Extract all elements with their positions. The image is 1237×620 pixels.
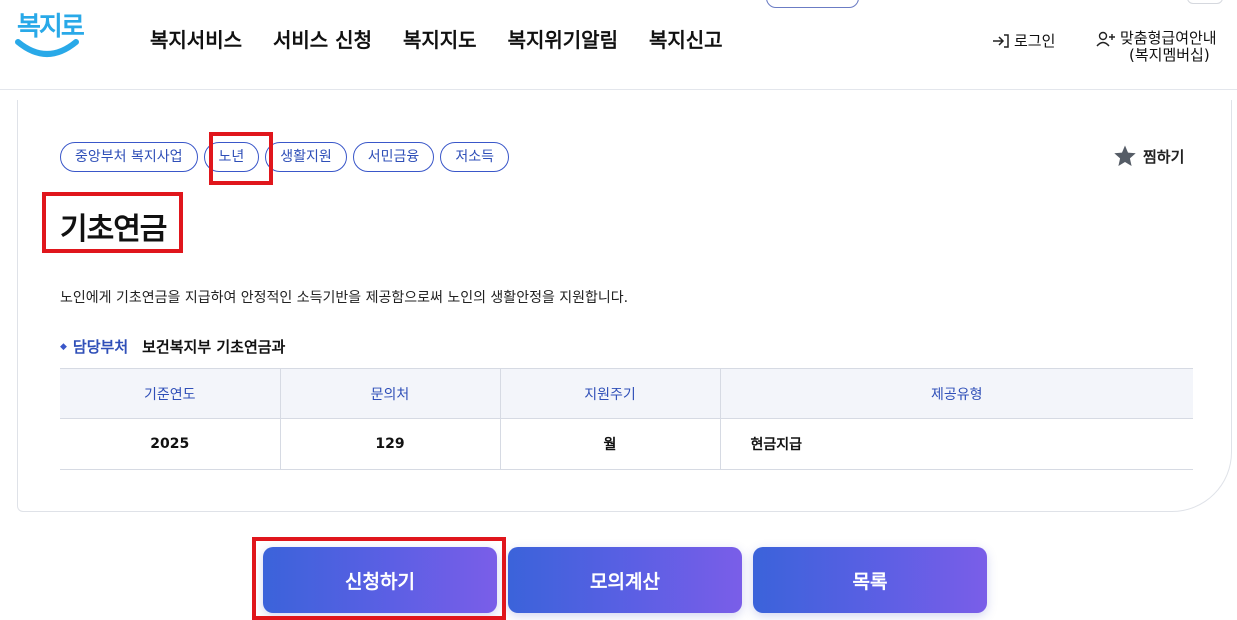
login-icon xyxy=(993,33,1009,48)
tag-low-income[interactable]: 저소득 xyxy=(440,142,509,172)
top-pill-decoration xyxy=(766,0,859,8)
site-header: 복지로 복지서비스 서비스 신청 복지지도 복지위기알림 복지신고 로그인 맞춤… xyxy=(0,0,1237,90)
diamond-bullet-icon: ◆ xyxy=(60,341,67,352)
star-icon xyxy=(1114,145,1136,166)
tag-central-ministry[interactable]: 중앙부처 복지사업 xyxy=(60,142,198,172)
favorite-label: 찜하기 xyxy=(1143,147,1185,166)
apply-button[interactable]: 신청하기 xyxy=(263,547,497,613)
header-support-cycle: 지원주기 xyxy=(500,368,721,419)
favorite-button[interactable]: 찜하기 xyxy=(1112,144,1184,168)
login-label: 로그인 xyxy=(1014,32,1056,50)
list-button[interactable]: 목록 xyxy=(753,547,987,613)
header-provision-type: 제공유형 xyxy=(720,368,1193,419)
department-value: 보건복지부 기초연금과 xyxy=(142,338,286,356)
department-info: ◆ 담당부처 보건복지부 기초연금과 xyxy=(60,336,285,357)
nav-welfare-crisis-alert[interactable]: 복지위기알림 xyxy=(508,24,618,53)
department-label: 담당부처 xyxy=(72,338,129,356)
header-contact: 문의처 xyxy=(280,368,501,419)
service-info-table: 기준연도 문의처 지원주기 제공유형 2025 129 월 현금지급 xyxy=(60,368,1193,470)
table-row: 2025 129 월 현금지급 xyxy=(60,418,1193,470)
tag-living-support[interactable]: 생활지원 xyxy=(265,142,347,172)
login-link[interactable]: 로그인 xyxy=(992,30,1055,51)
bokjiro-logo[interactable]: 복지로 xyxy=(14,6,85,64)
service-tags: 중앙부처 복지사업 노년 생활지원 서민금융 저소득 xyxy=(60,142,515,172)
service-description: 노인에게 기초연금을 지급하여 안정적인 소득기반을 제공함으로써 노인의 생활… xyxy=(60,290,629,306)
header-base-year: 기준연도 xyxy=(60,368,281,419)
simulate-button[interactable]: 모의계산 xyxy=(508,547,742,613)
cell-contact: 129 xyxy=(280,418,501,470)
nav-welfare-report[interactable]: 복지신고 xyxy=(649,24,723,53)
nav-service-apply[interactable]: 서비스 신청 xyxy=(273,24,372,53)
logo-smile-icon xyxy=(15,39,79,57)
action-buttons: 신청하기 모의계산 목록 xyxy=(263,547,987,613)
user-plus-icon xyxy=(1096,31,1115,46)
table-header-row: 기준연도 문의처 지원주기 제공유형 xyxy=(60,368,1193,419)
member-guide-link[interactable]: 맞춤형급여안내 (복지멤버십) xyxy=(1096,30,1217,64)
service-title: 기초연금 xyxy=(60,212,167,247)
top-pill-decoration-2 xyxy=(1187,0,1223,4)
cell-base-year: 2025 xyxy=(60,418,281,470)
nav-welfare-services[interactable]: 복지서비스 xyxy=(150,24,242,53)
nav-welfare-map[interactable]: 복지지도 xyxy=(403,24,477,53)
member-label-line1: 맞춤형급여안내 xyxy=(1120,29,1217,47)
main-nav: 복지서비스 서비스 신청 복지지도 복지위기알림 복지신고 xyxy=(150,24,754,53)
tag-microfinance[interactable]: 서민금융 xyxy=(352,142,435,172)
cell-support-cycle: 월 xyxy=(500,418,721,470)
member-label-line2: (복지멤버십) xyxy=(1129,46,1210,64)
tag-elderly[interactable]: 노년 xyxy=(203,142,260,172)
service-detail-card: 중앙부처 복지사업 노년 생활지원 서민금융 저소득 찜하기 기초연금 노인에게… xyxy=(17,100,1232,512)
cell-provision-type: 현금지급 xyxy=(720,418,1193,470)
